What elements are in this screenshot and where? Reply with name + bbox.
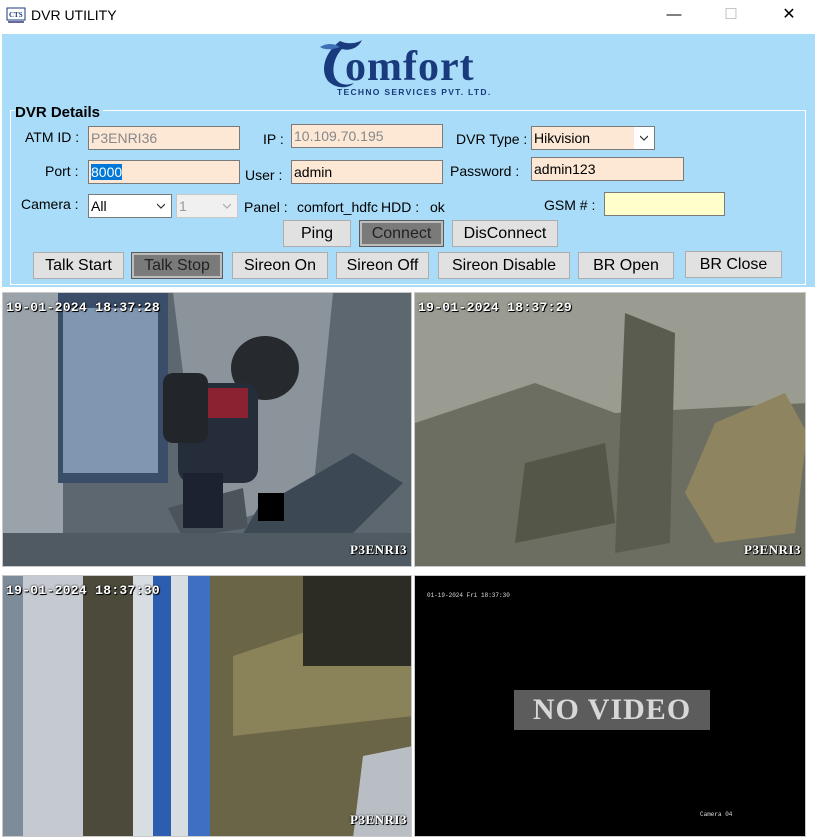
chevron-down-icon [223, 203, 231, 209]
hdd-label: HDD : [381, 199, 420, 215]
connect-button[interactable]: Connect [359, 220, 444, 247]
camera-4-label: Camera 04 [700, 811, 733, 818]
chevron-down-icon [157, 203, 165, 209]
camera-4-timestamp: 01-19-2024 Fri 18:37:30 [427, 592, 510, 599]
sireon-on-button[interactable]: Sireon On [232, 252, 328, 279]
logo-subtitle: TECHNO SERVICES PVT. LTD. [337, 87, 492, 97]
port-value: 8000 [91, 164, 123, 180]
dvr-details-title: DVR Details [15, 104, 104, 121]
camera-3-timestamp: 19-01-2024 18:37:30 [6, 583, 160, 598]
br-open-button[interactable]: BR Open [578, 252, 674, 279]
camera-label: Camera : [21, 196, 79, 212]
close-button[interactable]: ✕ [766, 0, 812, 30]
atm-id-label: ATM ID : [25, 129, 80, 145]
user-field[interactable]: admin [291, 160, 443, 184]
ping-button[interactable]: Ping [283, 220, 351, 247]
camera-1-timestamp: 19-01-2024 18:37:28 [6, 300, 160, 315]
dvr-type-label: DVR Type : [456, 131, 528, 147]
camera-2-scene [415, 293, 805, 566]
port-field[interactable]: 8000 [88, 160, 240, 184]
password-label: Password : [450, 163, 520, 179]
panel-label: Panel : [244, 199, 288, 215]
logo-word: omfort [345, 44, 475, 90]
camera-2-id: P3ENRI3 [744, 542, 801, 557]
hdd-value: ok [430, 199, 445, 215]
talk-start-button[interactable]: Talk Start [33, 252, 124, 279]
title-bar: CTS DVR UTILITY — ☐ ✕ [0, 0, 817, 32]
ip-field[interactable]: 10.109.70.195 [291, 124, 443, 148]
ip-label: IP : [263, 131, 284, 147]
camera-select[interactable]: All [88, 194, 172, 218]
camera-value: All [91, 198, 107, 214]
maximize-button[interactable]: ☐ [708, 0, 754, 30]
chevron-down-icon [640, 135, 648, 141]
camera-channel-select[interactable]: 1 [176, 194, 238, 218]
disconnect-button[interactable]: DisConnect [452, 220, 558, 247]
gsm-field[interactable] [604, 192, 725, 216]
port-label: Port : [45, 163, 79, 179]
camera-1-scene [3, 293, 411, 566]
gsm-label: GSM # : [544, 197, 596, 213]
no-video-banner: NO VIDEO [514, 690, 710, 730]
camera-view-2[interactable]: 19-01-2024 18:37:29 P3ENRI3 [414, 292, 806, 567]
camera-channel-value: 1 [179, 198, 187, 214]
panel-value: comfort_hdfc [297, 199, 378, 215]
app-icon: CTS [6, 7, 26, 23]
camera-3-scene [3, 576, 411, 836]
camera-2-timestamp: 19-01-2024 18:37:29 [418, 300, 572, 315]
password-field[interactable]: admin123 [531, 157, 684, 181]
minimize-button[interactable]: — [651, 0, 697, 30]
camera-view-1[interactable]: 19-01-2024 18:37:28 P3ENRI3 [2, 292, 412, 567]
sireon-off-button[interactable]: Sireon Off [336, 252, 429, 279]
br-close-button[interactable]: BR Close [685, 251, 782, 278]
talk-stop-button[interactable]: Talk Stop [131, 252, 223, 279]
svg-text:CTS: CTS [9, 11, 23, 19]
user-label: User : [245, 167, 283, 183]
sireon-disable-button[interactable]: Sireon Disable [438, 252, 570, 279]
dvr-type-value: Hikvision [534, 130, 591, 146]
camera-3-id: P3ENRI3 [350, 812, 407, 827]
camera-view-3[interactable]: 19-01-2024 18:37:30 P3ENRI3 [2, 575, 412, 837]
atm-id-field[interactable]: P3ENRI36 [88, 126, 240, 150]
window-title: DVR UTILITY [31, 7, 117, 23]
camera-1-id: P3ENRI3 [350, 542, 407, 557]
dvr-type-select[interactable]: Hikvision [531, 126, 655, 150]
